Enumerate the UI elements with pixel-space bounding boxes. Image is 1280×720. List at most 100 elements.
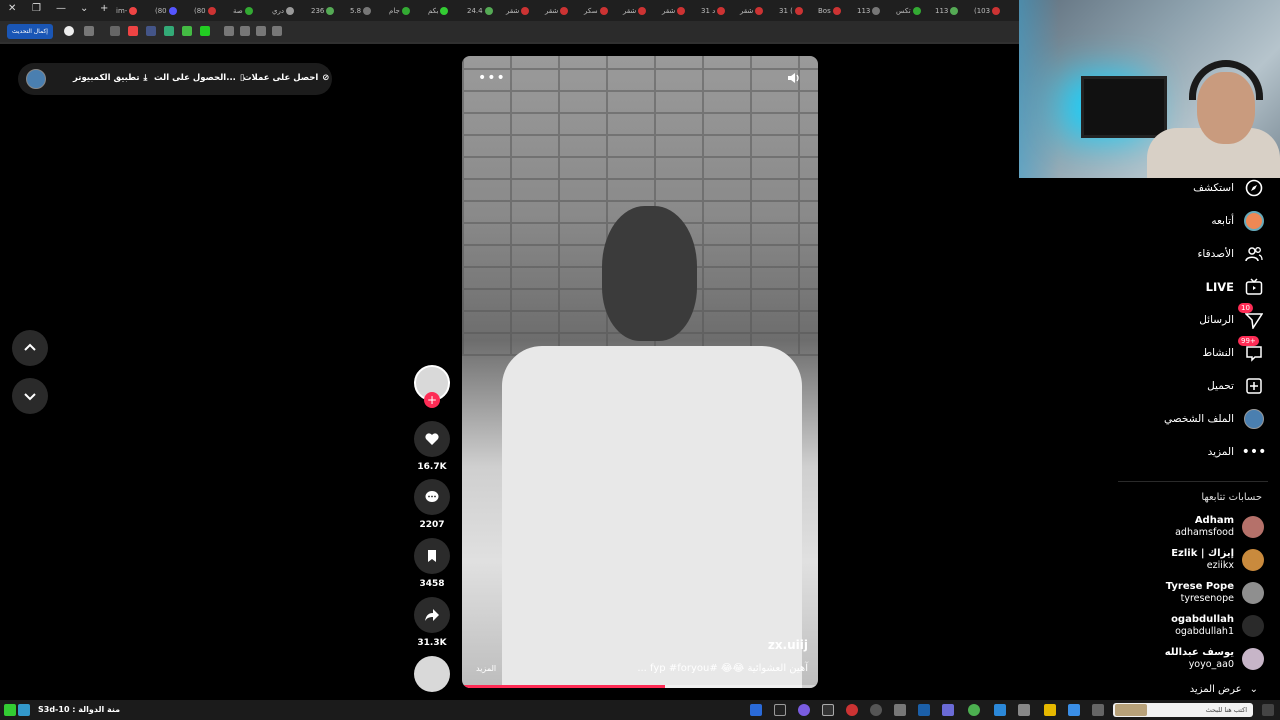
user-avatar[interactable] xyxy=(26,69,46,89)
browser-tab[interactable]: شقر xyxy=(662,4,686,17)
video-username[interactable]: zx.uiij xyxy=(768,638,808,652)
bookmark-star-icon[interactable] xyxy=(224,26,234,36)
extension-icon[interactable] xyxy=(182,26,192,36)
share-button[interactable] xyxy=(414,597,450,633)
update-button[interactable]: إكمال التحديث xyxy=(7,24,53,39)
app-icon[interactable] xyxy=(750,704,762,716)
browser-tab[interactable]: شقر xyxy=(623,4,647,17)
followed-account[interactable]: ogabdullah ogabdullah1 xyxy=(1171,612,1264,640)
browser-tab[interactable]: (80 xyxy=(194,4,216,17)
tab-label: بكم xyxy=(428,6,439,15)
browser-tab[interactable]: (80 xyxy=(155,4,177,17)
browser-tab[interactable]: 24.4 xyxy=(467,4,493,17)
app-icon[interactable] xyxy=(1018,704,1030,716)
browser-tab[interactable]: شقر xyxy=(506,4,530,17)
extension-icon[interactable] xyxy=(84,26,94,36)
extension-icon[interactable] xyxy=(128,26,138,36)
settings-icon[interactable] xyxy=(894,704,906,716)
restore-window-icon[interactable]: ❐ xyxy=(32,3,41,14)
app-icon[interactable] xyxy=(822,704,834,716)
browser-tab[interactable]: 236 xyxy=(311,4,335,17)
followed-account[interactable]: Ezlik | إيزاك eziikx xyxy=(1171,546,1264,574)
sidebar-item-activity[interactable]: 99+ النشاط xyxy=(1202,336,1264,364)
minimize-window-icon[interactable]: — xyxy=(56,3,66,14)
sidebar-item-more[interactable]: ••• المزيد xyxy=(1208,441,1267,463)
tab-label: 24.4 xyxy=(467,6,483,15)
sidebar-item-friends[interactable]: الأصدقاء xyxy=(1198,243,1265,265)
see-more-button[interactable]: ⌄ عرض المزيد xyxy=(1190,684,1258,695)
extension-icon[interactable] xyxy=(256,26,266,36)
next-video-button[interactable] xyxy=(12,378,48,414)
browser-tab[interactable]: صة xyxy=(233,4,253,17)
app-icon[interactable] xyxy=(942,704,954,716)
app-icon[interactable] xyxy=(798,704,810,716)
extension-icon[interactable] xyxy=(164,26,174,36)
extension-icon[interactable] xyxy=(110,26,120,36)
comment-button[interactable] xyxy=(414,479,450,515)
browser-tab[interactable]: 5.8 xyxy=(350,4,372,17)
video-player[interactable]: ••• zx.uiij آهين العشوائية 😂😂 #fyp #fory… xyxy=(462,56,818,688)
video-progress-bar[interactable] xyxy=(462,685,818,688)
video-menu-button[interactable]: ••• xyxy=(478,70,506,86)
extension-icon[interactable] xyxy=(200,26,210,36)
sidebar-item-following[interactable]: أتابعه xyxy=(1211,210,1264,232)
folder-icon[interactable] xyxy=(1044,704,1056,716)
tab-list-icon[interactable]: ⌄ xyxy=(80,3,88,14)
save-button[interactable] xyxy=(414,538,450,574)
browser-tab[interactable]: (103 xyxy=(974,4,1001,17)
extension-icon[interactable] xyxy=(272,26,282,36)
sidebar-item-explore[interactable]: استكشف xyxy=(1193,177,1264,199)
browser-tab[interactable]: 113 xyxy=(935,4,959,17)
close-window-icon[interactable]: ✕ xyxy=(8,3,16,14)
video-more-link[interactable]: المزيد xyxy=(476,664,496,673)
volume-icon[interactable] xyxy=(786,70,802,86)
get-app-link[interactable]: الحصول على الت... ▯ xyxy=(154,73,245,83)
browser-tab[interactable]: 31 د xyxy=(701,4,726,17)
sidebar-item-live[interactable]: LIVE xyxy=(1206,276,1264,298)
tab-favicon-icon xyxy=(717,6,726,15)
send-icon: 10 xyxy=(1238,303,1264,330)
sidebar-item-profile[interactable]: الملف الشخصي xyxy=(1164,408,1264,430)
browser-icon[interactable] xyxy=(968,704,980,716)
sidebar-item-messages[interactable]: 10 الرسائل xyxy=(1199,303,1264,331)
followed-account[interactable]: يوسف عبدالله yoyo_aa0 xyxy=(1165,645,1264,673)
browser-tab[interactable]: بكم xyxy=(428,4,449,17)
app-icon[interactable] xyxy=(1068,704,1080,716)
task-view-icon[interactable] xyxy=(1092,704,1104,716)
profile-icon[interactable] xyxy=(64,26,74,36)
app-icon[interactable] xyxy=(18,704,30,716)
app-icon[interactable] xyxy=(4,704,16,716)
app-icon[interactable] xyxy=(918,704,930,716)
browser-tab[interactable]: تكس xyxy=(896,4,921,17)
browser-tab[interactable]: im- xyxy=(116,4,138,17)
search-icon[interactable] xyxy=(1262,704,1274,716)
tab-label: im- xyxy=(116,6,128,15)
browser-tab[interactable]: جام xyxy=(389,4,410,17)
new-tab-icon[interactable]: + xyxy=(100,3,108,14)
follow-button[interactable]: + xyxy=(424,392,440,408)
browser-tab[interactable]: سكر xyxy=(584,4,608,17)
sound-disc[interactable] xyxy=(414,656,450,692)
app-icon[interactable] xyxy=(994,704,1006,716)
followed-account[interactable]: Adham adhamsfood xyxy=(1175,513,1264,541)
browser-tab[interactable]: دري xyxy=(272,4,294,17)
zoom-icon[interactable] xyxy=(240,26,250,36)
webcam-light xyxy=(1019,0,1059,178)
followed-account[interactable]: Tyrese Pope tyresenope xyxy=(1166,579,1264,607)
account-username: yoyo_aa0 xyxy=(1188,659,1234,670)
like-button[interactable] xyxy=(414,421,450,457)
sidebar-item-upload[interactable]: تحميل xyxy=(1207,375,1264,397)
app-icon[interactable] xyxy=(774,704,786,716)
browser-tab[interactable]: شقر xyxy=(545,4,569,17)
extension-icon[interactable] xyxy=(146,26,156,36)
desktop-app-link[interactable]: تطبيق الكمبيوتر ⤓ xyxy=(73,73,147,83)
browser-tab[interactable]: 113 xyxy=(857,4,881,17)
previous-video-button[interactable] xyxy=(12,330,48,366)
get-coins-link[interactable]: احصل على عملات ⊘ xyxy=(243,73,329,83)
app-icon[interactable] xyxy=(846,704,858,716)
browser-tab[interactable]: شقر xyxy=(740,4,764,17)
tab-label: (103 xyxy=(974,6,991,15)
browser-tab[interactable]: 31 ( xyxy=(779,4,803,17)
browser-tab[interactable]: Bos xyxy=(818,4,841,17)
app-icon[interactable] xyxy=(870,704,882,716)
